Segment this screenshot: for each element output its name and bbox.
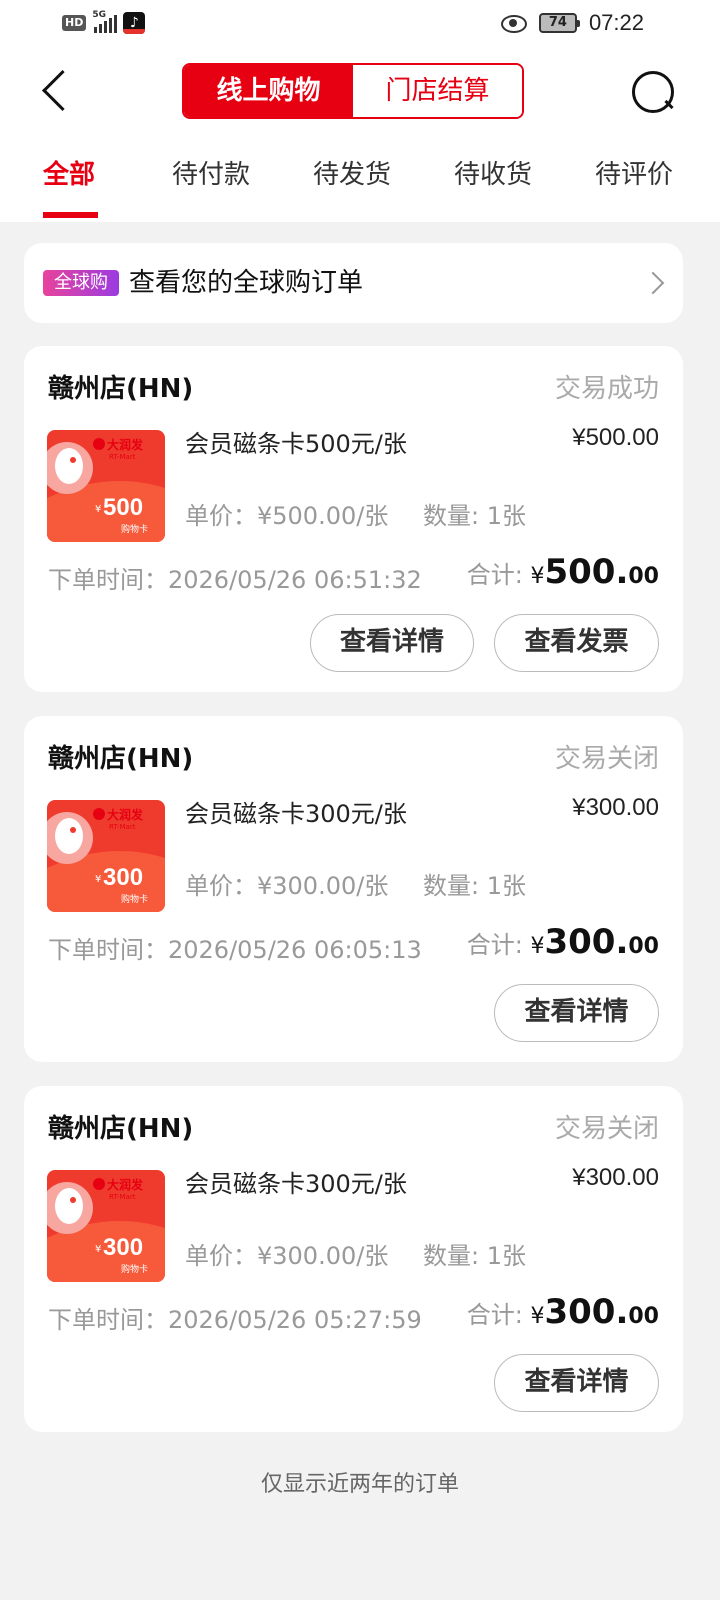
store-name: 赣州店(HN): [48, 1114, 194, 1144]
order-time: 下单时间：2026/05/26 06:51:32: [48, 566, 422, 594]
tab-pending-payment[interactable]: 待付款: [172, 150, 250, 210]
unit-price: 单价：¥500.00/张: [185, 502, 389, 530]
order-status: 交易关闭: [554, 1114, 659, 1144]
footer-note: 仅显示近两年的订单: [260, 1472, 459, 1497]
search-icon[interactable]: [630, 69, 676, 115]
view-details-button[interactable]: 查看详情: [494, 984, 659, 1042]
card-value: 500: [103, 494, 143, 521]
brand-name: 大润发: [107, 437, 144, 452]
network-type: 5G: [92, 10, 106, 20]
tiktok-icon: ♪: [123, 12, 146, 34]
brand-name: 大润发: [107, 807, 144, 822]
card-label: 购物卡: [121, 893, 148, 905]
shopping-mode-switch: 线上购物 门店结算: [182, 63, 524, 119]
card-value: 300: [103, 864, 143, 891]
order-card: 赣州店(HN) 交易关闭 大润发 RT-Mart ¥ 300 购物卡 会员磁条卡…: [24, 716, 683, 1062]
hd-badge: HD: [62, 15, 87, 31]
svg-text:¥: ¥: [95, 504, 101, 515]
order-time: 下单时间：2026/05/26 06:05:13: [48, 936, 422, 964]
total-integer: 300.: [544, 922, 629, 962]
brand-name: 大润发: [107, 1177, 144, 1192]
total-decimal: 00: [628, 934, 659, 959]
signal-icon: 5G: [92, 10, 118, 33]
view-details-button[interactable]: 查看详情: [494, 1354, 659, 1412]
brand-sub: RT-Mart: [109, 453, 136, 461]
app-header: HD 5G ♪ 74 07:22 线上购物 门店结算 全部 待付款 待发货 待收…: [0, 0, 720, 222]
order-status-tabs: 全部 待付款 待发货 待收货 待评价: [0, 150, 720, 222]
tab-pending-review[interactable]: 待评价: [595, 150, 673, 210]
total-currency: ¥: [530, 564, 545, 589]
online-shopping-tab[interactable]: 线上购物: [184, 65, 353, 117]
product-name[interactable]: 会员磁条卡500元/张: [185, 424, 407, 459]
global-purchase-banner[interactable]: 全球购 查看您的全球购订单: [24, 243, 683, 323]
status-bar: HD 5G ♪ 74 07:22: [0, 0, 720, 48]
card-value: 300: [103, 1234, 143, 1261]
store-name: 赣州店(HN): [48, 744, 194, 774]
brand-sub: RT-Mart: [109, 823, 136, 831]
order-time: 下单时间：2026/05/26 05:27:59: [48, 1306, 422, 1334]
quantity: 数量: 1张: [423, 1242, 526, 1270]
tab-pending-shipment[interactable]: 待发货: [313, 150, 391, 210]
view-details-button[interactable]: 查看详情: [310, 614, 474, 672]
global-purchase-badge: 全球购: [43, 270, 119, 296]
order-total: 合计: ¥500.00: [467, 552, 659, 592]
total-label: 合计:: [466, 1301, 523, 1329]
total-label: 合计:: [466, 931, 523, 959]
total-decimal: 00: [628, 564, 659, 589]
total-currency: ¥: [530, 934, 545, 959]
svg-text:¥: ¥: [95, 874, 101, 885]
product-name[interactable]: 会员磁条卡300元/张: [185, 794, 407, 829]
order-status: 交易关闭: [554, 744, 659, 774]
order-total: 合计: ¥300.00: [467, 922, 659, 962]
eye-icon: [500, 15, 527, 33]
active-tab-indicator: [43, 212, 98, 218]
product-thumbnail[interactable]: 大润发 RT-Mart ¥ 300 购物卡: [47, 800, 165, 912]
quantity: 数量: 1张: [423, 502, 526, 530]
tab-pending-receipt[interactable]: 待收货: [454, 150, 532, 210]
total-integer: 500.: [544, 552, 629, 592]
product-thumbnail[interactable]: 大润发 RT-Mart ¥ 300 购物卡: [47, 1170, 165, 1282]
order-card: 赣州店(HN) 交易成功 大润发 RT-Mart ¥ 500 购物卡 会员磁条卡…: [24, 346, 683, 692]
total-currency: ¥: [530, 1304, 545, 1329]
order-card: 赣州店(HN) 交易关闭 大润发 RT-Mart ¥ 300 购物卡 会员磁条卡…: [24, 1086, 683, 1432]
battery-icon: 74: [538, 13, 580, 33]
unit-price: 单价：¥300.00/张: [185, 1242, 389, 1270]
global-purchase-text: 查看您的全球购订单: [129, 268, 364, 298]
tab-all[interactable]: 全部: [43, 150, 95, 210]
total-label: 合计:: [466, 561, 523, 589]
back-arrow-icon[interactable]: [38, 68, 78, 112]
card-label: 购物卡: [121, 1263, 148, 1275]
svg-text:¥: ¥: [95, 1244, 101, 1255]
unit-price: 单价：¥300.00/张: [185, 872, 389, 900]
total-decimal: 00: [628, 1304, 659, 1329]
view-invoice-button[interactable]: 查看发票: [494, 614, 659, 672]
product-price: ¥300.00: [572, 794, 659, 821]
card-label: 购物卡: [121, 523, 148, 535]
store-name: 赣州店(HN): [48, 374, 194, 404]
product-name[interactable]: 会员磁条卡300元/张: [185, 1164, 407, 1199]
brand-sub: RT-Mart: [109, 1193, 136, 1201]
quantity: 数量: 1张: [423, 872, 526, 900]
order-total: 合计: ¥300.00: [467, 1292, 659, 1332]
store-checkout-tab[interactable]: 门店结算: [353, 65, 522, 117]
product-price: ¥500.00: [572, 424, 659, 451]
product-price: ¥300.00: [572, 1164, 659, 1191]
product-thumbnail[interactable]: 大润发 RT-Mart ¥ 500 购物卡: [47, 430, 165, 542]
clock: 07:22: [588, 10, 644, 35]
top-bar: 线上购物 门店结算: [0, 56, 720, 126]
total-integer: 300.: [544, 1292, 629, 1332]
order-status: 交易成功: [554, 374, 659, 404]
